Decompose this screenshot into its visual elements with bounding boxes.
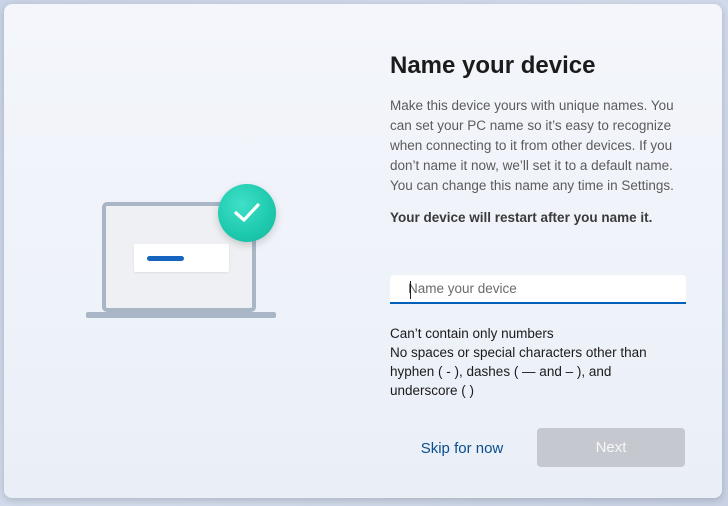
- skip-for-now-button[interactable]: Skip for now: [402, 429, 522, 467]
- rule-line: underscore ( ): [390, 383, 475, 398]
- device-illustration: [82, 180, 282, 320]
- next-button[interactable]: Next: [537, 428, 685, 467]
- rule-line: No spaces or special characters other th…: [390, 345, 647, 360]
- text-caret: [410, 281, 411, 299]
- name-card: [134, 244, 229, 272]
- naming-rules: Can’t contain only numbers No spaces or …: [390, 324, 647, 400]
- page-description: Make this device yours with unique names…: [390, 98, 674, 193]
- restart-warning: Your device will restart after you name …: [390, 210, 653, 225]
- name-card-bar: [147, 256, 184, 261]
- oobe-window: Name your device Make this device yours …: [4, 4, 722, 498]
- device-name-input[interactable]: [390, 275, 686, 304]
- laptop-base: [86, 312, 276, 318]
- rule-line: Can’t contain only numbers: [390, 326, 554, 341]
- checkmark-icon: [218, 184, 276, 242]
- rule-line: hyphen ( - ), dashes ( — and – ), and: [390, 364, 612, 379]
- page-title: Name your device: [390, 52, 596, 79]
